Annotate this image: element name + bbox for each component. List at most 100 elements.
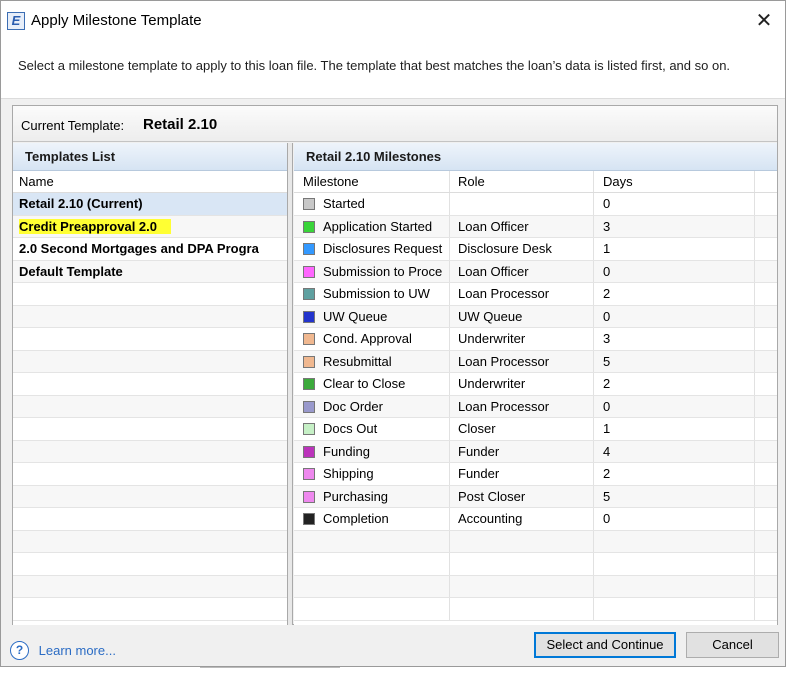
filler-cell	[756, 193, 777, 215]
days-cell: 2	[595, 283, 755, 305]
milestone-cell: Submission to UW	[294, 283, 450, 305]
milestone-cell: Completion	[294, 508, 450, 530]
milestone-row[interactable]: Resubmittal Loan Processor 5	[294, 350, 777, 373]
role-cell	[451, 530, 594, 552]
template-name: 2.0 Second Mortgages and DPA Progra	[19, 241, 259, 256]
role-cell	[451, 553, 594, 575]
milestone-row[interactable]: Submission to Proce Loan Officer 0	[294, 260, 777, 283]
milestone-row[interactable]: Cond. Approval Underwriter 3	[294, 328, 777, 351]
template-row[interactable]: Retail 2.10 (Current)	[13, 193, 287, 216]
milestone-name: Submission to Proce	[323, 263, 443, 279]
milestone-color-icon	[303, 355, 315, 368]
days-cell: 2	[595, 373, 755, 395]
milestone-row[interactable]: Docs Out Closer 1	[294, 418, 777, 441]
role-cell: Loan Processor	[451, 395, 594, 417]
empty-row	[13, 575, 287, 598]
filler-cell	[756, 553, 777, 575]
days-cell: 0	[595, 395, 755, 417]
filler-cell	[756, 576, 777, 598]
filler-cell	[756, 486, 777, 508]
milestone-name: Resubmittal	[323, 353, 392, 369]
current-template-label: Current Template:	[21, 118, 125, 133]
milestone-name: Doc Order	[323, 398, 383, 414]
template-row[interactable]: Credit Preapproval 2.0	[13, 215, 287, 238]
milestone-cell: Doc Order	[294, 395, 450, 417]
cancel-button[interactable]: Cancel	[686, 632, 779, 658]
milestone-row[interactable]: Funding Funder 4	[294, 440, 777, 463]
title-bar[interactable]: E Apply Milestone Template ✕	[1, 1, 785, 41]
role-column-header[interactable]: Role	[451, 171, 594, 192]
encompass-app-icon: E	[7, 12, 25, 30]
days-column-header[interactable]: Days	[595, 171, 755, 192]
role-cell	[451, 193, 594, 215]
empty-row	[294, 575, 777, 598]
role-cell: Loan Processor	[451, 350, 594, 372]
milestone-color-icon	[303, 288, 315, 300]
milestone-cell: Cond. Approval	[294, 328, 450, 350]
empty-row	[13, 418, 287, 441]
empty-row	[13, 373, 287, 396]
days-cell: 1	[595, 238, 755, 260]
empty-row	[13, 508, 287, 531]
milestone-row[interactable]: Disclosures Request Disclosure Desk 1	[294, 238, 777, 261]
milestone-color-icon	[303, 265, 315, 278]
milestone-color-icon	[303, 220, 315, 233]
days-cell	[595, 530, 755, 552]
template-row[interactable]: Default Template	[13, 260, 287, 283]
empty-row	[13, 553, 287, 576]
pane-splitter[interactable]	[288, 143, 293, 625]
milestone-row[interactable]: Purchasing Post Closer 5	[294, 485, 777, 508]
milestones-table: Started 0 Application Started Loan Officer 3…	[294, 193, 777, 621]
milestone-name: Cond. Approval	[323, 331, 412, 346]
milestone-row[interactable]: Doc Order Loan Processor 0	[294, 395, 777, 418]
role-cell: Underwriter	[451, 328, 594, 350]
milestone-row[interactable]: Clear to Close Underwriter 2	[294, 373, 777, 396]
milestone-row[interactable]: Started 0	[294, 193, 777, 216]
filler-cell	[756, 238, 777, 260]
templates-list: Retail 2.10 (Current) Credit Preapproval …	[13, 193, 287, 621]
milestone-name: Shipping	[323, 466, 374, 481]
milestone-cell: Clear to Close	[294, 373, 450, 395]
days-cell: 5	[595, 485, 755, 507]
help-icon[interactable]: ?	[10, 641, 29, 660]
filler-cell	[756, 598, 777, 620]
background-window-strip	[200, 667, 340, 673]
select-and-continue-button[interactable]: Select and Continue	[534, 632, 676, 658]
days-cell: 5	[595, 350, 755, 372]
name-column-header[interactable]: Name	[13, 171, 287, 193]
milestone-name: Submission to UW	[323, 286, 430, 301]
role-cell: UW Queue	[451, 305, 594, 327]
empty-row	[294, 553, 777, 576]
days-cell: 0	[595, 305, 755, 327]
days-cell	[595, 598, 755, 620]
filler-cell	[756, 328, 777, 350]
milestone-cell: Application Started	[294, 215, 450, 237]
empty-row	[294, 530, 777, 553]
milestone-row[interactable]: Submission to UW Loan Processor 2	[294, 283, 777, 306]
templates-list-header: Templates List	[13, 143, 287, 171]
current-template-bar: Current Template: Retail 2.10	[13, 106, 777, 142]
milestone-cell: Funding	[294, 440, 450, 462]
milestone-name: Application Started	[323, 218, 433, 234]
milestone-cell	[294, 553, 450, 575]
template-row[interactable]: 2.0 Second Mortgages and DPA Progra	[13, 238, 287, 261]
empty-row	[13, 463, 287, 486]
role-cell: Loan Officer	[451, 215, 594, 237]
milestone-color-icon	[303, 243, 315, 255]
role-cell: Funder	[451, 440, 594, 462]
role-cell: Loan Processor	[451, 283, 594, 305]
milestone-row[interactable]: Shipping Funder 2	[294, 463, 777, 486]
milestone-column-header[interactable]: Milestone	[294, 171, 450, 192]
role-cell	[451, 575, 594, 597]
role-cell: Loan Officer	[451, 260, 594, 282]
milestone-name: Purchasing	[323, 488, 389, 504]
help-area: ? Learn more...	[10, 641, 116, 660]
apply-milestone-template-dialog: E Apply Milestone Template ✕ Select a mi…	[0, 0, 786, 667]
milestone-row[interactable]: Application Started Loan Officer 3	[294, 215, 777, 238]
milestone-row[interactable]: Completion Accounting 0	[294, 508, 777, 531]
learn-more-link[interactable]: Learn more...	[39, 643, 116, 658]
close-icon[interactable]: ✕	[747, 5, 781, 37]
filler-cell	[756, 261, 777, 283]
milestone-row[interactable]: UW Queue UW Queue 0	[294, 305, 777, 328]
milestone-cell	[294, 530, 450, 552]
